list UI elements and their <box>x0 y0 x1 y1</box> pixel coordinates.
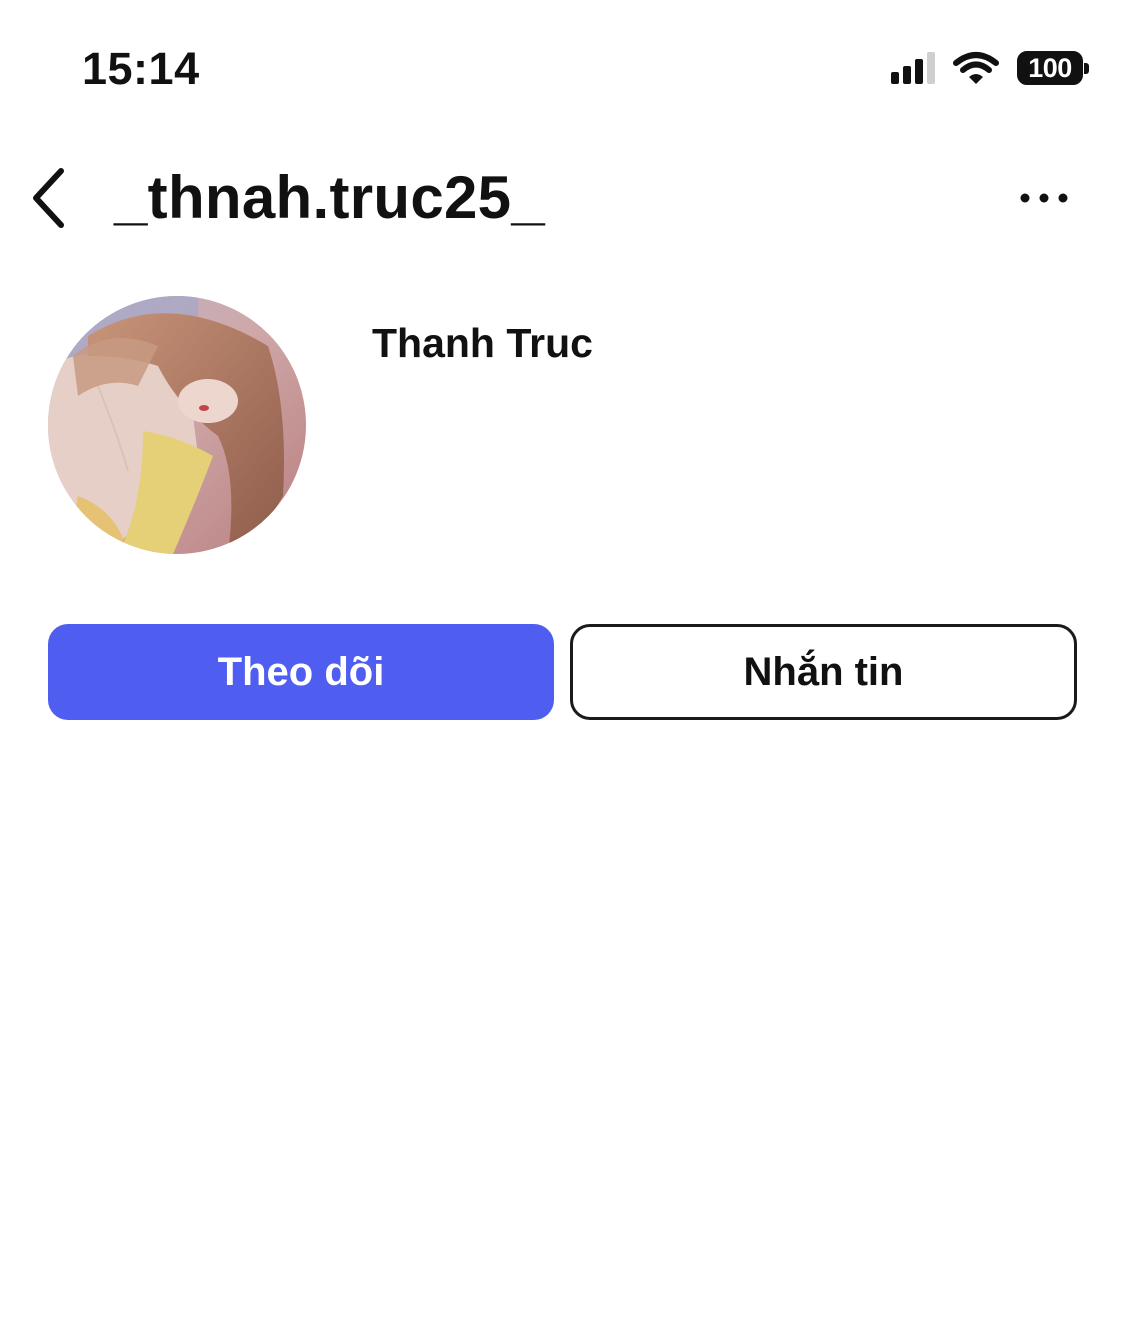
page-title-username: _thnah.truc25_ <box>114 164 545 231</box>
display-name: Thanh Truc <box>372 320 593 366</box>
battery-icon: 100 <box>1017 51 1089 85</box>
message-button[interactable]: Nhắn tin <box>570 624 1077 720</box>
avatar-photo <box>48 296 306 554</box>
cellular-signal-icon <box>891 52 935 84</box>
status-time: 15:14 <box>82 43 200 94</box>
wifi-icon <box>953 52 999 84</box>
battery-level: 100 <box>1028 52 1072 83</box>
avatar[interactable] <box>48 296 306 554</box>
chevron-left-icon <box>33 168 64 228</box>
back-button[interactable] <box>18 160 78 236</box>
more-horizontal-icon <box>1020 193 1068 203</box>
status-icons: 100 <box>891 48 1089 88</box>
follow-button[interactable]: Theo dõi <box>48 624 554 720</box>
more-options-button[interactable] <box>1009 176 1079 220</box>
